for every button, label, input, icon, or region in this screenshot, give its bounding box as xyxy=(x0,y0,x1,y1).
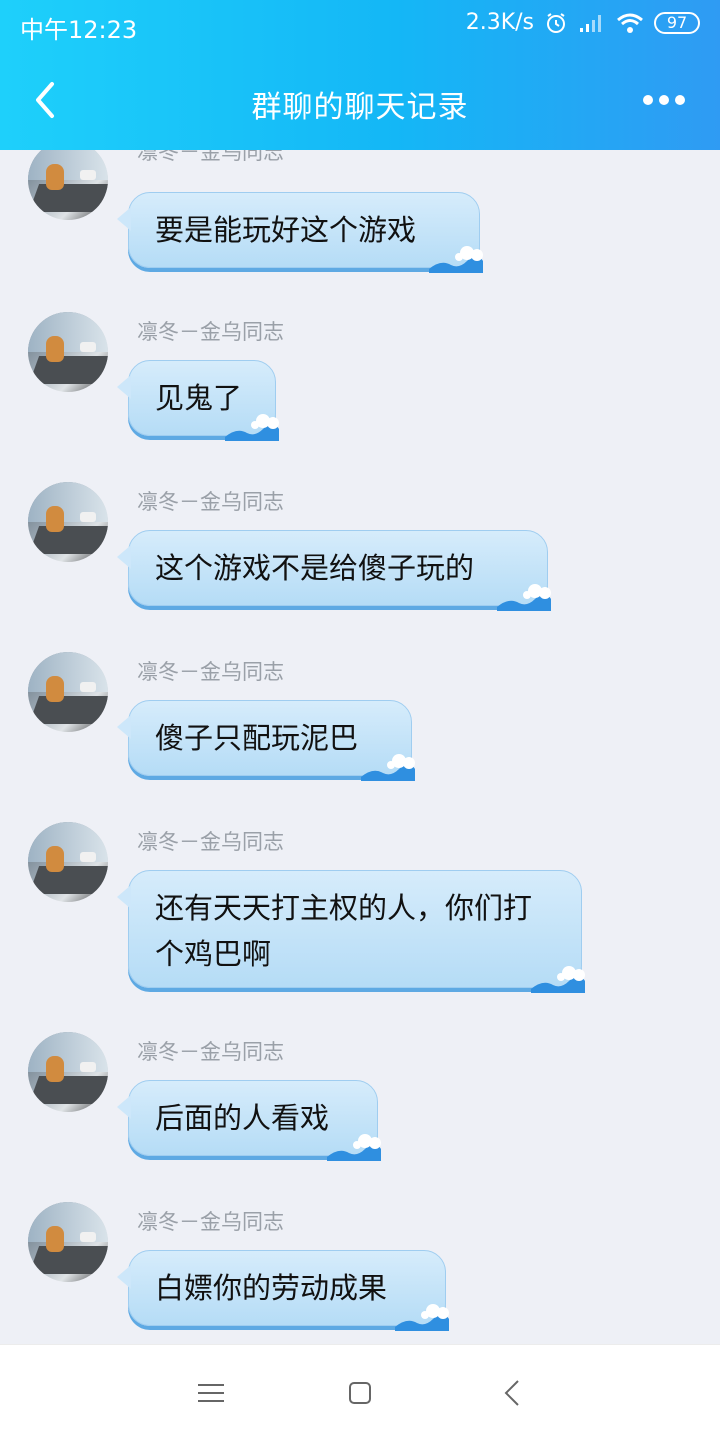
wave-decoration-icon xyxy=(531,966,585,993)
avatar[interactable] xyxy=(28,312,108,392)
avatar[interactable] xyxy=(28,652,108,732)
message-bubble[interactable]: 这个游戏不是给傻子玩的 xyxy=(117,530,551,611)
wave-decoration-icon xyxy=(497,584,551,611)
message-text: 傻子只配玩泥巴 xyxy=(155,721,359,755)
sender-name: 凛冬－金乌同志 xyxy=(137,1040,284,1064)
sender-name: 凛冬－金乌同志 xyxy=(137,1210,284,1234)
avatar[interactable] xyxy=(28,822,108,902)
message-text: 白嫖你的劳动成果 xyxy=(155,1271,388,1305)
sender-name: 凛冬－金乌同志 xyxy=(137,150,284,164)
network-speed: 2.3K/s xyxy=(465,10,534,35)
nav-bar: 群聊的聊天记录 xyxy=(0,52,720,150)
status-time: 中午12:23 xyxy=(20,16,138,44)
avatar[interactable] xyxy=(28,1032,108,1112)
wave-decoration-icon xyxy=(225,414,279,441)
message-bubble[interactable]: 傻子只配玩泥巴 xyxy=(117,700,415,781)
signal-icon xyxy=(580,14,601,32)
battery-icon: 97 xyxy=(654,11,700,34)
page-title: 群聊的聊天记录 xyxy=(251,90,469,125)
message-text: 这个游戏不是给傻子玩的 xyxy=(155,551,475,585)
wifi-icon xyxy=(617,13,643,33)
home-icon[interactable] xyxy=(348,1381,372,1405)
message-bubble[interactable]: 见鬼了 xyxy=(117,360,279,441)
status-right: 2.3K/s 97 xyxy=(466,10,700,35)
message-bubble[interactable]: 要是能玩好这个游戏 xyxy=(117,192,483,273)
status-bar: 中午12:23 2.3K/s 97 xyxy=(0,0,720,52)
message-text: 还有天天打主权的人，你们打个鸡巴啊 xyxy=(155,891,533,971)
battery-level: 97 xyxy=(666,13,688,32)
avatar[interactable] xyxy=(28,150,108,220)
message-bubble[interactable]: 还有天天打主权的人，你们打个鸡巴啊 xyxy=(117,870,585,993)
sender-name: 凛冬－金乌同志 xyxy=(137,490,284,514)
message-bubble[interactable]: 后面的人看戏 xyxy=(117,1080,381,1161)
chat-history[interactable]: 凛冬－金乌同志 要是能玩好这个游戏 凛冬－金乌同志 见鬼了 凛冬－金乌同志 这个… xyxy=(0,150,720,1344)
back-icon[interactable] xyxy=(503,1379,521,1407)
message-text: 后面的人看戏 xyxy=(155,1101,330,1135)
sender-name: 凛冬－金乌同志 xyxy=(137,660,284,684)
message-text: 要是能玩好这个游戏 xyxy=(155,213,417,247)
sender-name: 凛冬－金乌同志 xyxy=(137,830,284,854)
wave-decoration-icon xyxy=(429,246,483,273)
avatar[interactable] xyxy=(28,482,108,562)
sender-name: 凛冬－金乌同志 xyxy=(137,320,284,344)
avatar[interactable] xyxy=(28,1202,108,1282)
wave-decoration-icon xyxy=(327,1134,381,1161)
menu-icon[interactable] xyxy=(198,1383,224,1403)
wave-decoration-icon xyxy=(395,1304,449,1331)
alarm-icon xyxy=(547,12,565,33)
system-nav-bar xyxy=(0,1344,720,1441)
more-dots-icon[interactable] xyxy=(642,88,686,112)
wave-decoration-icon xyxy=(361,754,415,781)
app-header: 中午12:23 2.3K/s 97 群聊的聊天记录 xyxy=(0,0,720,150)
message-bubble[interactable]: 白嫖你的劳动成果 xyxy=(117,1250,449,1331)
